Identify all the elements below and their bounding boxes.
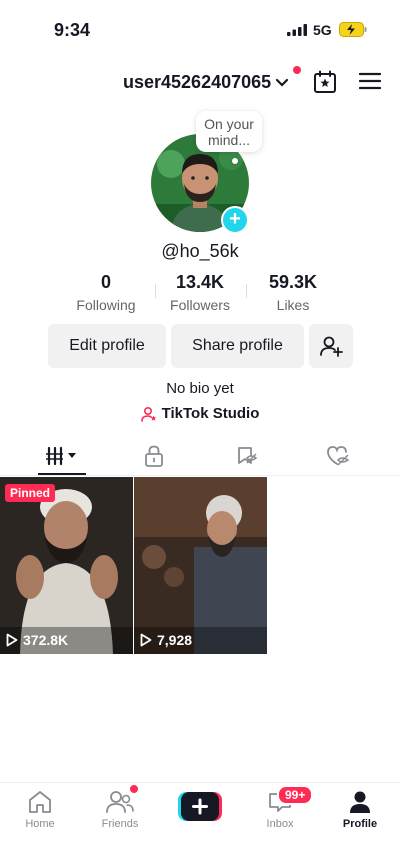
- create-plus-icon: [178, 792, 222, 821]
- stat-following[interactable]: 0 Following: [56, 272, 156, 313]
- view-count: 7,928: [140, 632, 192, 648]
- battery-charging-icon: [339, 22, 367, 37]
- add-story-plus-icon[interactable]: +: [221, 206, 249, 234]
- tab-videos[interactable]: [12, 436, 112, 476]
- friends-notification-dot: [130, 785, 138, 793]
- video-2-image: [134, 477, 267, 654]
- stat-value: 13.4K: [175, 272, 225, 292]
- grid-videos-icon: [46, 446, 76, 466]
- tab-saved[interactable]: [197, 436, 297, 476]
- heart-hidden-icon: [327, 446, 350, 466]
- video-1-image: [0, 477, 133, 654]
- nav-friends[interactable]: Friends: [80, 789, 160, 830]
- tab-private[interactable]: [104, 436, 204, 476]
- nav-friends-label: Friends: [101, 818, 139, 830]
- add-friend-button[interactable]: [309, 324, 353, 368]
- tab-liked[interactable]: [288, 436, 388, 476]
- stat-likes[interactable]: 59.3K Likes: [243, 272, 343, 313]
- stat-followers[interactable]: 13.4K Followers: [150, 272, 250, 313]
- add-user-icon: [320, 336, 343, 357]
- menu-icon[interactable]: [359, 70, 381, 92]
- stat-label: Following: [76, 297, 136, 313]
- play-icon: [140, 633, 152, 647]
- nav-inbox-label: Inbox: [266, 818, 294, 830]
- chevron-down-icon: [276, 78, 289, 87]
- create-button[interactable]: [178, 792, 222, 821]
- play-icon: [6, 633, 18, 647]
- lock-icon: [145, 445, 163, 467]
- calendar-star-icon[interactable]: [313, 70, 337, 94]
- account-switcher[interactable]: user45262407065: [123, 72, 289, 93]
- inbox-count-badge: 99+: [277, 785, 314, 805]
- stat-value: 59.3K: [268, 272, 318, 292]
- video-thumbnail-2[interactable]: 7,928: [134, 477, 267, 654]
- studio-user-icon: [140, 406, 156, 422]
- video-thumbnail-1[interactable]: Pinned 372.8K: [0, 477, 133, 654]
- share-profile-button[interactable]: Share profile: [171, 324, 304, 368]
- stat-label: Likes: [276, 297, 310, 313]
- nav-profile[interactable]: Profile: [320, 789, 400, 830]
- stat-label: Followers: [170, 297, 230, 313]
- status-time: 9:34: [54, 20, 91, 40]
- nav-home[interactable]: Home: [0, 789, 80, 830]
- studio-label: TikTok Studio: [161, 405, 260, 422]
- signal-icon: [287, 24, 307, 36]
- username-label: user45262407065: [123, 72, 272, 92]
- view-count-label: 7,928: [157, 632, 193, 648]
- view-count: 372.8K: [6, 632, 68, 648]
- content-tabs: [0, 436, 400, 476]
- nav-home-label: Home: [25, 818, 55, 830]
- bookmark-hidden-icon: [238, 447, 258, 464]
- home-icon: [29, 791, 51, 813]
- status-bubble[interactable]: On your mind...: [196, 111, 262, 152]
- active-tab-indicator: [38, 473, 86, 475]
- view-count-label: 372.8K: [23, 632, 69, 648]
- notification-dot: [293, 66, 301, 74]
- profile-handle: @ho_56k: [161, 241, 239, 261]
- friends-icon: [106, 791, 134, 813]
- bio-text: No bio yet: [166, 380, 234, 397]
- pinned-badge: Pinned: [5, 484, 56, 502]
- tiktok-studio-link[interactable]: TikTok Studio: [0, 405, 400, 422]
- stat-value: 0: [100, 272, 111, 292]
- edit-profile-button[interactable]: Edit profile: [48, 324, 166, 368]
- status-bar: 9:34 5G: [0, 0, 400, 54]
- profile-header: user45262407065: [0, 62, 400, 102]
- bubble-tail: [232, 158, 238, 164]
- nav-profile-label: Profile: [342, 818, 378, 830]
- profile-icon: [350, 791, 370, 813]
- network-label: 5G: [313, 22, 332, 38]
- bottom-nav: Home Friends Inbox 99+ Profile: [0, 782, 400, 867]
